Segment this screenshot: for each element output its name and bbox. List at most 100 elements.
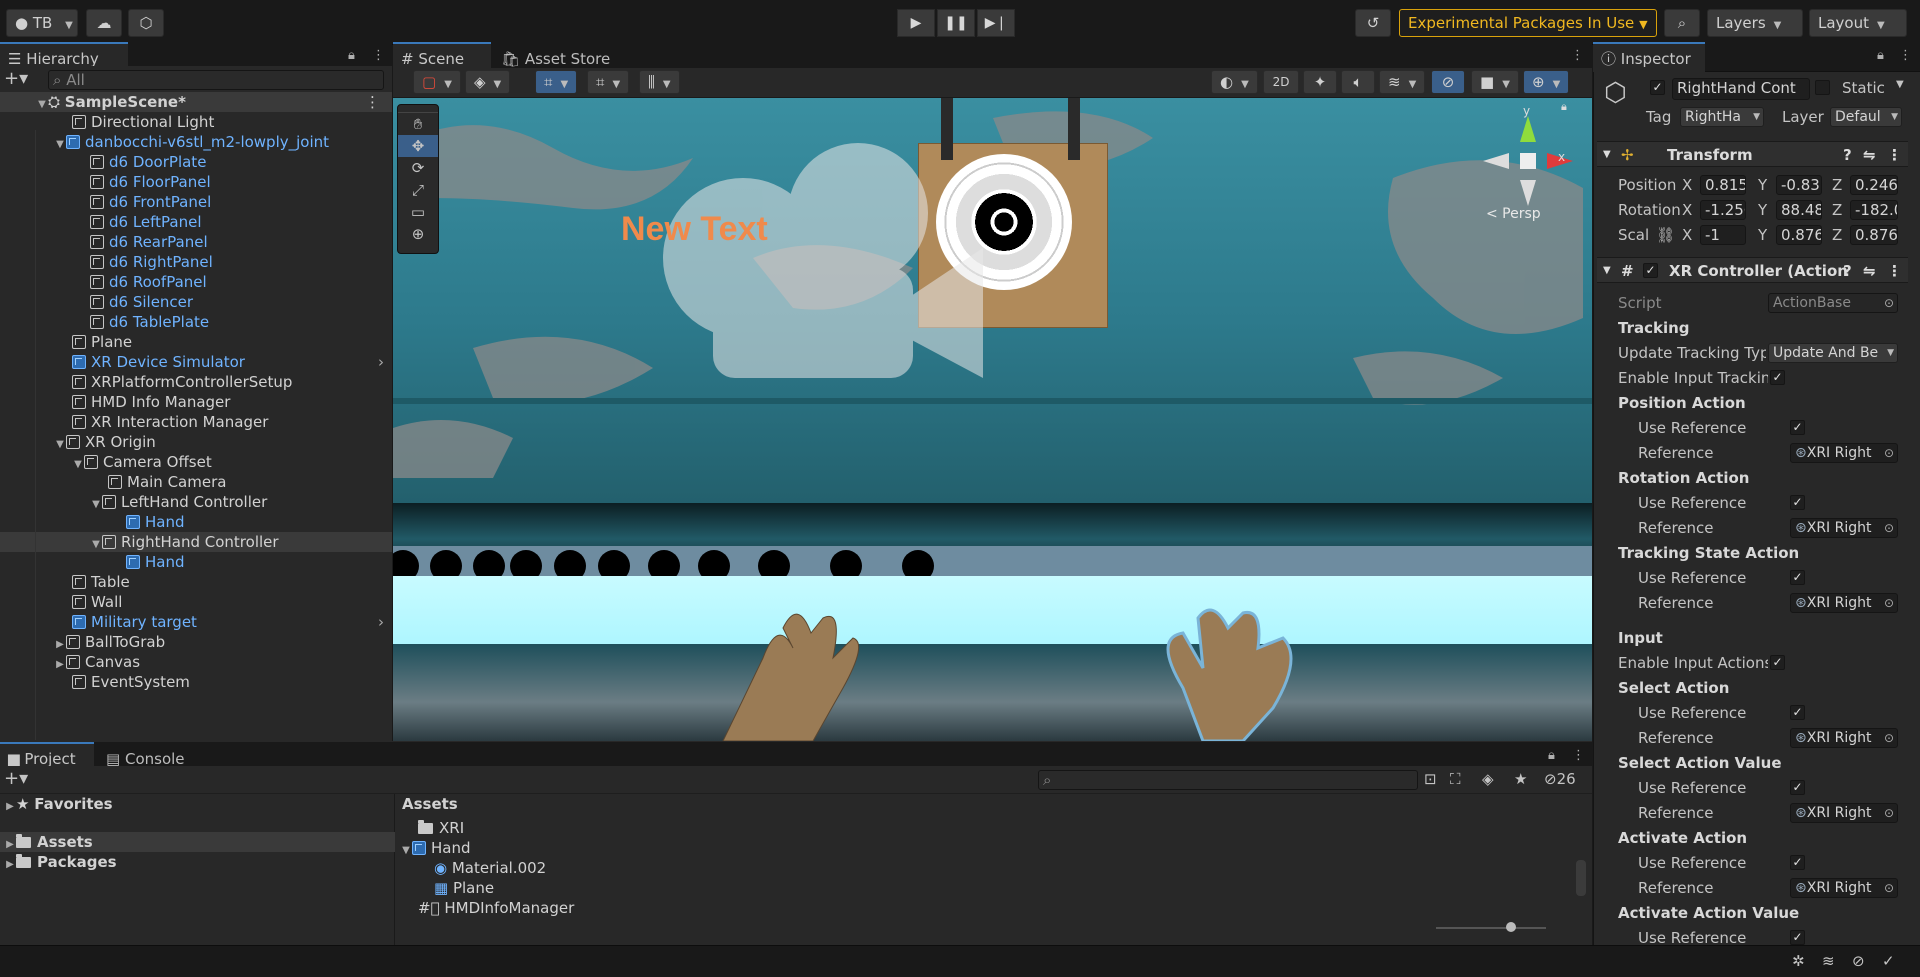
breadcrumb[interactable]: Assets (402, 794, 458, 814)
xr-controller-header[interactable]: ▼ # ✓ XR Controller (Action ? ⇋ ⋮ (1597, 257, 1908, 283)
hand-tool-icon[interactable]: ✋︎ (398, 113, 438, 135)
use-reference-checkbox[interactable]: ✓ (1790, 420, 1805, 435)
hierarchy-item[interactable]: XRPlatformControllerSetup (0, 372, 392, 392)
shading-dropdown[interactable]: ◈ (465, 70, 511, 94)
scale-x-field[interactable]: -1 (1700, 225, 1746, 245)
star-icon[interactable]: ★ (1514, 770, 1527, 788)
hierarchy-item[interactable]: Main Camera (0, 472, 392, 492)
hierarchy-item[interactable]: HMD Info Manager (0, 392, 392, 412)
more-menu-icon[interactable]: ⋮ (365, 92, 380, 112)
scale-z-field[interactable]: 0.876 (1850, 225, 1898, 245)
hierarchy-item[interactable]: d6 FrontPanel (0, 192, 392, 212)
expand-arrow-icon[interactable]: ▶ (4, 797, 16, 817)
reference-field[interactable]: ⊛XRI Right (1790, 518, 1898, 538)
draw-mode-dropdown[interactable]: ▢ (413, 70, 461, 94)
hierarchy-item[interactable]: Hand (0, 552, 392, 572)
use-reference-checkbox[interactable]: ✓ (1790, 855, 1805, 870)
move-tool-icon[interactable]: ✥ (398, 135, 438, 157)
transform-tool-icon[interactable]: ⊕ (398, 223, 438, 245)
position-y-field[interactable]: -0.83 (1776, 175, 1822, 195)
chevron-right-icon[interactable]: › (378, 352, 384, 372)
pause-button[interactable]: ❚❚ (937, 9, 975, 37)
assets-scrollbar[interactable] (1576, 860, 1586, 896)
chevron-right-icon[interactable]: › (378, 612, 384, 632)
collab-button[interactable]: ⬡ (128, 9, 164, 37)
more-menu-icon[interactable]: ⋮ (1571, 48, 1584, 63)
check-circle-icon[interactable]: ✓ (1882, 952, 1895, 970)
hierarchy-item-selected[interactable]: ▼ RightHand Controller (0, 532, 392, 552)
hierarchy-item[interactable]: XR Interaction Manager (0, 412, 392, 432)
list-item[interactable]: ▼ Hand (400, 838, 470, 858)
component-enabled-checkbox[interactable]: ✓ (1643, 263, 1658, 278)
lighting-toggle[interactable]: ✦ (1303, 70, 1337, 94)
label-icon[interactable]: ◈ (1482, 770, 1494, 788)
use-reference-checkbox[interactable]: ✓ (1790, 930, 1805, 945)
lock-icon[interactable]: 🔒︎ (348, 48, 355, 63)
step-button[interactable]: ▶❘ (977, 9, 1015, 37)
play-button[interactable]: ▶ (897, 9, 935, 37)
layers-dropdown[interactable]: Layers (1707, 9, 1803, 37)
position-x-field[interactable]: 0.815 (1700, 175, 1746, 195)
use-reference-checkbox[interactable]: ✓ (1790, 570, 1805, 585)
active-checkbox[interactable]: ✓ (1650, 80, 1665, 95)
hierarchy-item[interactable]: ▼ Camera Offset (0, 452, 392, 472)
rotation-z-field[interactable]: -182.0 (1850, 200, 1898, 220)
hierarchy-item[interactable]: XR Device Simulator › (0, 352, 392, 372)
static-checkbox[interactable] (1815, 80, 1830, 95)
more-menu-icon[interactable]: ⋮ (1887, 258, 1902, 284)
audio-toggle[interactable]: 🔈︎ (1341, 70, 1375, 94)
reference-field[interactable]: ⊛XRI Right (1790, 878, 1898, 898)
new-text-label[interactable]: New Text (621, 210, 768, 249)
hierarchy-item[interactable]: d6 RearPanel (0, 232, 392, 252)
reference-field[interactable]: ⊛XRI Right (1790, 593, 1898, 613)
list-item[interactable]: #⃞ HMDInfoManager (418, 898, 574, 918)
render-mode-dropdown[interactable]: ◐ (1211, 70, 1258, 94)
persp-label[interactable]: < Persp (1486, 206, 1541, 222)
preset-icon[interactable]: ⇋ (1863, 258, 1876, 284)
hierarchy-item[interactable]: d6 FloorPanel (0, 172, 392, 192)
hierarchy-item[interactable]: ▼ danbocchi-v6stl_m2-lowply_joint (0, 132, 392, 152)
network-icon[interactable]: ⊘ (1852, 952, 1865, 970)
add-icon[interactable]: +▾ (4, 768, 28, 789)
layer-dropdown[interactable]: Defaul (1830, 107, 1902, 127)
position-z-field[interactable]: 0.246 (1850, 175, 1898, 195)
transform-header[interactable]: ▼ ✢ Transform ? ⇋ ⋮ (1597, 141, 1908, 167)
hierarchy-item[interactable]: Plane (0, 332, 392, 352)
object-name-field[interactable]: RightHand Cont (1672, 78, 1810, 100)
rotate-tool-icon[interactable]: ⟳ (398, 157, 438, 179)
expand-arrow-icon[interactable]: ▼ (1603, 142, 1611, 168)
rotation-x-field[interactable]: -1.256 (1700, 200, 1746, 220)
checkbox[interactable]: ✓ (1770, 370, 1785, 385)
hierarchy-item[interactable]: d6 Silencer (0, 292, 392, 312)
hierarchy-item[interactable]: ▶ BallToGrab (0, 632, 392, 652)
hierarchy-item[interactable]: d6 LeftPanel (0, 212, 392, 232)
hidden-objects-toggle[interactable]: ⊘ (1431, 70, 1465, 94)
list-item[interactable]: ◉ Material.002 (434, 858, 546, 878)
hierarchy-search-input[interactable]: ⌕ All (48, 70, 384, 90)
hierarchy-item[interactable]: d6 TablePlate (0, 312, 392, 332)
scale-tool-icon[interactable]: ⤢ (398, 179, 438, 201)
assets-item[interactable]: ▶ Assets (0, 832, 395, 852)
chevron-down-icon[interactable]: ▼ (1896, 79, 1904, 90)
history-button[interactable]: ↺ (1355, 9, 1391, 37)
layout-dropdown[interactable]: Layout (1809, 9, 1907, 37)
help-icon[interactable]: ? (1843, 258, 1852, 284)
hidden-packages-counter[interactable]: ⊘26 (1544, 770, 1576, 788)
list-item[interactable]: XRI (418, 818, 464, 838)
more-menu-icon[interactable]: ⋮ (1572, 748, 1585, 763)
checkbox[interactable]: ✓ (1770, 655, 1785, 670)
more-menu-icon[interactable]: ⋮ (1887, 142, 1902, 168)
lock-icon[interactable]: 🔒︎ (1877, 48, 1884, 63)
hierarchy-item[interactable]: Directional Light (0, 112, 392, 132)
hierarchy-item[interactable]: d6 DoorPlate (0, 152, 392, 172)
reference-field[interactable]: ⊛XRI Right (1790, 728, 1898, 748)
bug-icon[interactable]: ✲ (1792, 952, 1805, 970)
help-icon[interactable]: ? (1843, 142, 1852, 168)
use-reference-checkbox[interactable]: ✓ (1790, 780, 1805, 795)
tag-dropdown[interactable]: RightHa (1680, 107, 1764, 127)
scale-y-field[interactable]: 0.876 (1776, 225, 1822, 245)
update-tracking-dropdown[interactable]: Update And Be (1768, 343, 1898, 363)
rect-tool-icon[interactable]: ▭ (398, 201, 438, 223)
packages-item[interactable]: ▶ Packages (4, 852, 116, 872)
grid-snap-dropdown[interactable]: ⌗ (587, 70, 630, 94)
